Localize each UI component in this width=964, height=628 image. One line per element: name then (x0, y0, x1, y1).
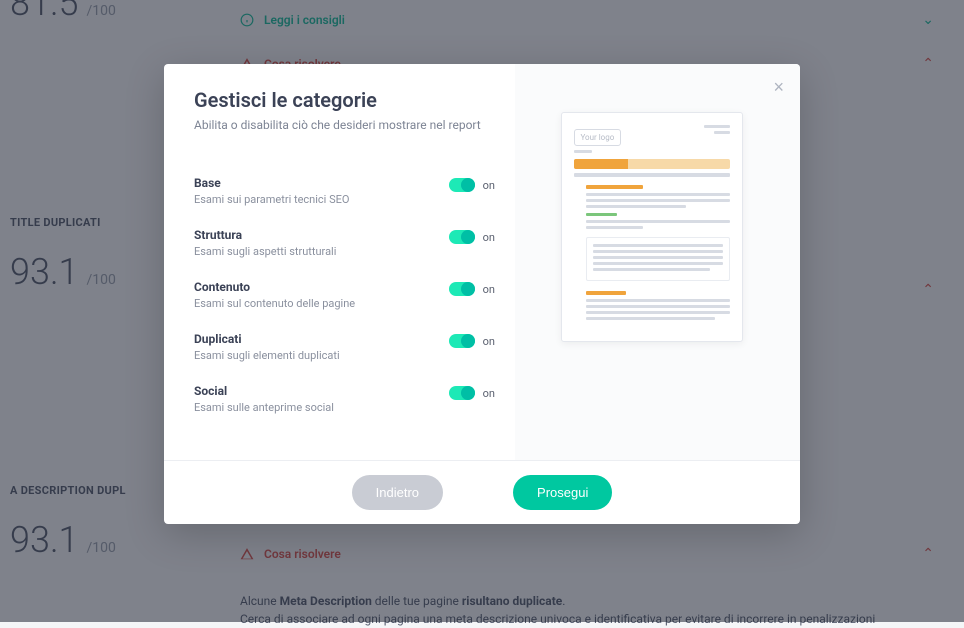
category-name: Social (194, 384, 449, 398)
report-preview: Your logo (561, 112, 743, 342)
category-name: Base (194, 176, 449, 190)
toggle-struttura[interactable] (449, 230, 475, 244)
category-row-contenuto: Contenuto Esami sul contenuto delle pagi… (194, 280, 515, 310)
modal-left-panel: Gestisci le categorie Abilita o disabili… (164, 64, 515, 460)
toggle-label: on (483, 179, 495, 192)
manage-categories-modal: × Gestisci le categorie Abilita o disabi… (164, 64, 800, 524)
toggle-duplicati[interactable] (449, 334, 475, 348)
category-row-duplicati: Duplicati Esami sugli elementi duplicati… (194, 332, 515, 362)
modal-preview-panel: Your logo (515, 64, 800, 460)
modal-subtitle: Abilita o disabilita ciò che desideri mo… (194, 118, 515, 132)
next-button[interactable]: Prosegui (513, 475, 612, 510)
toggle-label: on (483, 231, 495, 244)
category-name: Duplicati (194, 332, 449, 346)
toggle-base[interactable] (449, 178, 475, 192)
modal-footer: Indietro Prosegui (164, 460, 800, 524)
toggle-contenuto[interactable] (449, 282, 475, 296)
toggle-social[interactable] (449, 386, 475, 400)
toggle-label: on (483, 335, 495, 348)
category-desc: Esami sui parametri tecnici SEO (194, 193, 449, 206)
category-row-base: Base Esami sui parametri tecnici SEO on (194, 176, 515, 206)
close-button[interactable]: × (773, 78, 784, 96)
close-icon: × (773, 77, 784, 97)
category-row-social: Social Esami sulle anteprime social on (194, 384, 515, 414)
category-row-struttura: Struttura Esami sugli aspetti struttural… (194, 228, 515, 258)
modal-title: Gestisci le categorie (194, 88, 515, 112)
back-button[interactable]: Indietro (352, 475, 443, 510)
category-desc: Esami sul contenuto delle pagine (194, 297, 449, 310)
category-desc: Esami sulle anteprime social (194, 401, 449, 414)
category-name: Struttura (194, 228, 449, 242)
category-desc: Esami sugli elementi duplicati (194, 349, 449, 362)
toggle-label: on (483, 387, 495, 400)
toggle-label: on (483, 283, 495, 296)
preview-logo-placeholder: Your logo (574, 129, 622, 146)
category-desc: Esami sugli aspetti strutturali (194, 245, 449, 258)
category-name: Contenuto (194, 280, 449, 294)
modal-overlay: × Gestisci le categorie Abilita o disabi… (0, 0, 964, 622)
